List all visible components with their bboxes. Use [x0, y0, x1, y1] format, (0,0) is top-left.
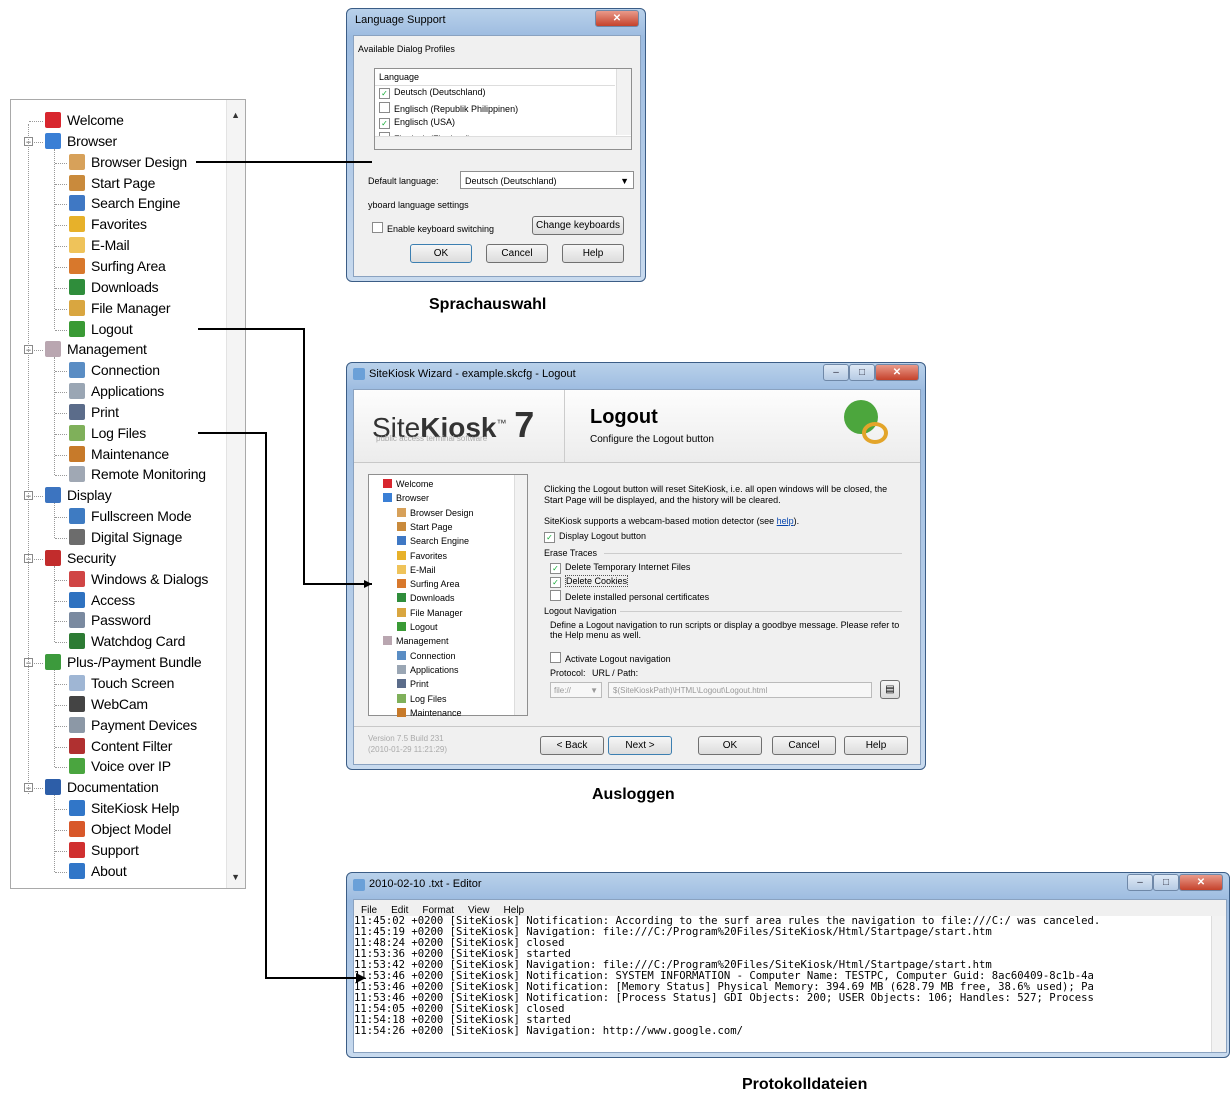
connector-logout: [198, 328, 372, 585]
connector-log-files: [198, 432, 360, 979]
arrowhead-logout: [364, 580, 372, 588]
arrowhead-log-files: [356, 973, 366, 983]
connector-lines: [196, 161, 372, 983]
